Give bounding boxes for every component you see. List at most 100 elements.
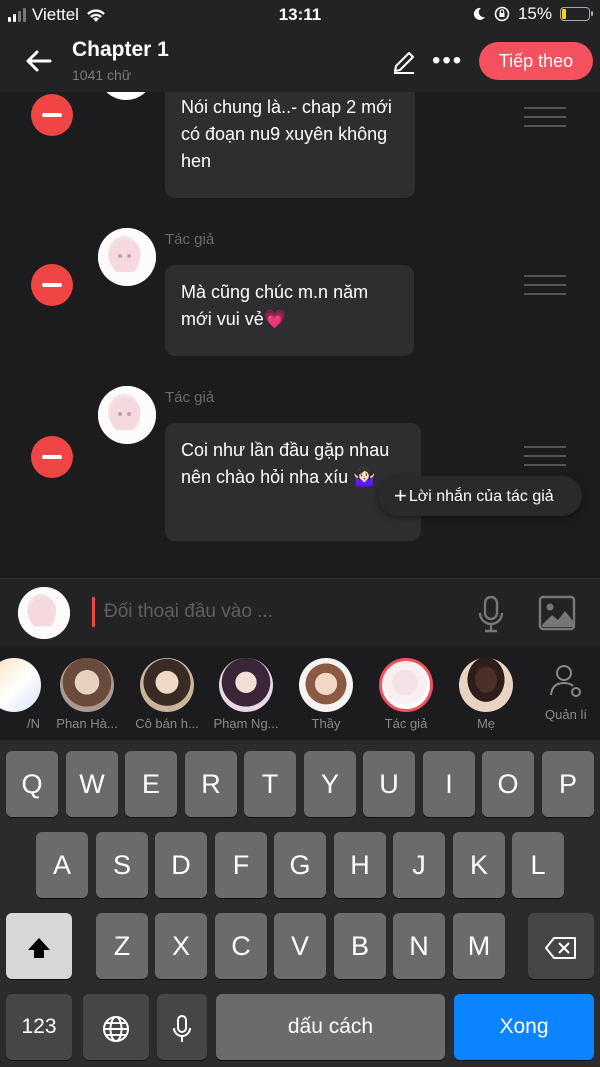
avatar bbox=[0, 658, 41, 712]
key-h[interactable]: H bbox=[334, 832, 386, 898]
message-bubble[interactable]: Nói chung là..- chap 2 mới có đoạn nu9 x… bbox=[165, 92, 415, 198]
key-u[interactable]: U bbox=[363, 751, 415, 817]
space-key[interactable]: dấu cách bbox=[216, 994, 445, 1060]
mic-icon bbox=[173, 1014, 191, 1042]
remove-icon[interactable] bbox=[31, 264, 73, 306]
word-count: 1041 chữ bbox=[72, 67, 132, 83]
manage-label: Quản lí bbox=[545, 707, 587, 722]
avatar bbox=[299, 658, 353, 712]
mic-icon[interactable] bbox=[476, 595, 506, 633]
character-item[interactable]: Phạm Ng... bbox=[206, 658, 286, 731]
character-name: Cô bán h... bbox=[135, 716, 199, 731]
key-b[interactable]: B bbox=[334, 913, 386, 979]
avatar bbox=[98, 386, 156, 444]
shift-icon bbox=[28, 937, 50, 958]
avatar bbox=[60, 658, 114, 712]
battery-percent: 15% bbox=[517, 4, 552, 23]
dialogue-input[interactable]: Đối thoại đầu vào ... bbox=[104, 601, 273, 623]
character-item[interactable]: Mẹ bbox=[446, 658, 526, 731]
manage-characters-button[interactable]: Quản lí bbox=[536, 662, 596, 722]
key-z[interactable]: Z bbox=[96, 913, 148, 979]
key-d[interactable]: D bbox=[155, 832, 207, 898]
globe-icon bbox=[103, 1015, 129, 1042]
message-text: Mà cũng chúc m.n năm mới vui vẻ💗 bbox=[181, 282, 369, 329]
key-c[interactable]: C bbox=[215, 913, 267, 979]
key-t[interactable]: T bbox=[244, 751, 296, 817]
globe-key[interactable] bbox=[83, 994, 149, 1060]
plus-icon: + bbox=[394, 483, 407, 508]
manage-user-icon bbox=[550, 665, 581, 697]
backspace-icon bbox=[545, 936, 576, 959]
key-f[interactable]: F bbox=[215, 832, 267, 898]
drag-handle-icon[interactable] bbox=[524, 275, 566, 297]
drag-handle-icon[interactable] bbox=[524, 446, 566, 468]
backspace-key[interactable] bbox=[528, 913, 594, 979]
edit-icon[interactable] bbox=[390, 48, 418, 76]
character-name: Tác giả bbox=[384, 716, 428, 731]
character-bar: /N Phan Hà... Cô bán h... Phạm Ng... Thầ… bbox=[0, 646, 600, 740]
key-k[interactable]: K bbox=[453, 832, 505, 898]
moon-icon bbox=[473, 7, 485, 20]
key-l[interactable]: L bbox=[512, 832, 564, 898]
key-w[interactable]: W bbox=[66, 751, 118, 817]
key-i[interactable]: I bbox=[423, 751, 475, 817]
character-item[interactable]: /N bbox=[0, 658, 54, 731]
done-key[interactable]: Xong bbox=[454, 994, 594, 1060]
key-q[interactable]: Q bbox=[6, 751, 58, 817]
character-name: /N bbox=[27, 716, 40, 731]
author-label: Tác giả bbox=[165, 389, 215, 406]
avatar bbox=[98, 228, 156, 286]
editor-header: Chapter 1 1041 chữ ••• Tiếp theo bbox=[0, 30, 600, 92]
avatar bbox=[140, 658, 194, 712]
key-j[interactable]: J bbox=[393, 832, 445, 898]
key-v[interactable]: V bbox=[274, 913, 326, 979]
message-text: Coi như lần đầu gặp nhau nên chào hỏi nh… bbox=[181, 440, 390, 487]
key-y[interactable]: Y bbox=[304, 751, 356, 817]
avatar bbox=[459, 658, 513, 712]
current-character-avatar[interactable] bbox=[18, 587, 70, 639]
avatar bbox=[98, 92, 154, 100]
drag-handle-icon[interactable] bbox=[524, 107, 566, 129]
back-arrow-icon[interactable] bbox=[22, 44, 56, 78]
key-s[interactable]: S bbox=[96, 832, 148, 898]
battery-icon bbox=[560, 7, 593, 21]
character-name: Phan Hà... bbox=[56, 716, 118, 731]
remove-icon[interactable] bbox=[31, 436, 73, 478]
shift-key[interactable] bbox=[6, 913, 72, 979]
key-x[interactable]: X bbox=[155, 913, 207, 979]
key-o[interactable]: O bbox=[482, 751, 534, 817]
dictation-key[interactable] bbox=[157, 994, 207, 1060]
character-item-selected[interactable]: Tác giả bbox=[366, 658, 446, 731]
character-name: Thầy bbox=[311, 716, 341, 731]
chapter-title: Chapter 1 bbox=[72, 38, 169, 61]
more-icon[interactable]: ••• bbox=[432, 48, 466, 74]
input-bar: Đối thoại đầu vào ... bbox=[0, 578, 600, 646]
character-item[interactable]: Cô bán h... bbox=[127, 658, 207, 731]
message-bubble[interactable]: Mà cũng chúc m.n năm mới vui vẻ💗 bbox=[165, 265, 414, 356]
numbers-key[interactable]: 123 bbox=[6, 994, 72, 1060]
key-n[interactable]: N bbox=[393, 913, 445, 979]
message-text: Nói chung là..- chap 2 mới có đoạn nu9 x… bbox=[181, 97, 392, 171]
key-e[interactable]: E bbox=[125, 751, 177, 817]
key-a[interactable]: A bbox=[36, 832, 88, 898]
status-right: 15% bbox=[472, 4, 593, 24]
status-bar: Viettel 13:11 15% bbox=[0, 0, 600, 30]
character-name: Mẹ bbox=[476, 716, 496, 731]
remove-icon[interactable] bbox=[31, 94, 73, 136]
tooltip-label: Lời nhắn của tác giả bbox=[408, 488, 554, 505]
author-note-tooltip[interactable]: + Lời nhắn của tác giả bbox=[378, 476, 582, 516]
next-button[interactable]: Tiếp theo bbox=[479, 42, 593, 80]
rotation-lock-icon bbox=[494, 6, 510, 22]
key-m[interactable]: M bbox=[453, 913, 505, 979]
avatar bbox=[219, 658, 273, 712]
character-item[interactable]: Phan Hà... bbox=[47, 658, 127, 731]
character-item[interactable]: Thầy bbox=[286, 658, 366, 731]
image-icon[interactable] bbox=[538, 595, 576, 631]
key-g[interactable]: G bbox=[274, 832, 326, 898]
author-label: Tác giả bbox=[165, 231, 215, 248]
key-p[interactable]: P bbox=[542, 751, 594, 817]
chat-area[interactable]: Nói chung là..- chap 2 mới có đoạn nu9 x… bbox=[0, 92, 600, 578]
character-name: Phạm Ng... bbox=[213, 716, 279, 731]
avatar bbox=[379, 658, 433, 712]
key-r[interactable]: R bbox=[185, 751, 237, 817]
